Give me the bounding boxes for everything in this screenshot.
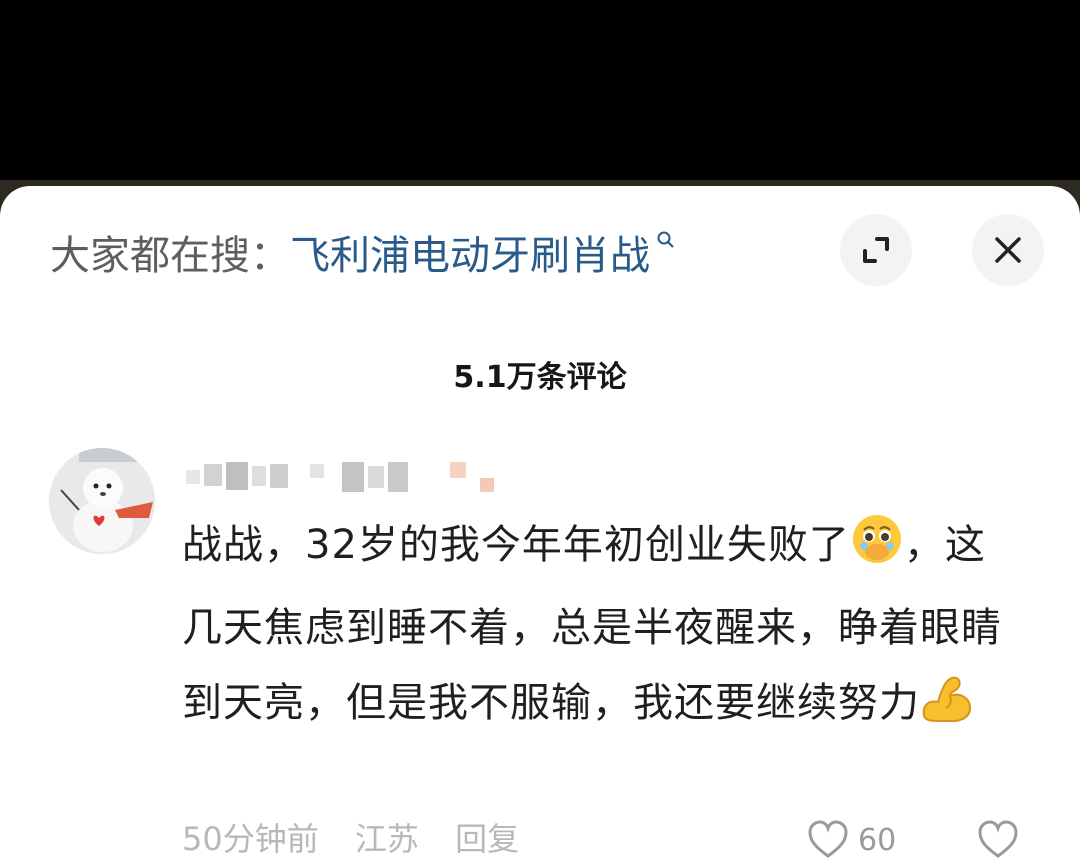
comment-text: 战战，32岁的我今年年初创业失败了 ，这几天焦虑到睡不着，总是半夜醒来，睁着眼睛… xyxy=(182,508,1002,749)
like-button[interactable]: 60 xyxy=(806,820,896,860)
comment-count: 5.1万条评论 xyxy=(453,360,627,395)
search-icon xyxy=(656,230,676,254)
expand-icon xyxy=(863,237,889,263)
comment-location: 江苏 xyxy=(354,820,419,858)
close-button[interactable] xyxy=(972,214,1044,286)
close-icon xyxy=(995,237,1021,263)
comment-meta: 50分钟前 江苏 回复 xyxy=(182,814,545,860)
heart-icon xyxy=(978,820,1018,858)
comments-sheet: 大家都在搜： 飞利浦电动牙刷肖战 5.1万条评论 战战，32岁的我今年年初创业失… xyxy=(0,186,1080,866)
search-suggestion[interactable]: 大家都在搜： 飞利浦电动牙刷肖战 xyxy=(50,223,676,281)
flexed-biceps-emoji xyxy=(920,674,974,749)
heart-icon xyxy=(808,820,848,858)
username-blurred[interactable] xyxy=(182,458,512,498)
reply-button[interactable]: 回复 xyxy=(455,820,519,858)
expand-button[interactable] xyxy=(840,214,912,286)
comment-time: 50分钟前 xyxy=(182,820,319,858)
like-button-secondary[interactable] xyxy=(976,820,1028,860)
comment-text-part1: 战战，32岁的我今年年初创业失败了 xyxy=(182,522,850,568)
search-prefix-label: 大家都在搜： xyxy=(50,233,290,279)
pleading-face-emoji xyxy=(850,512,904,591)
search-term-link[interactable]: 飞利浦电动牙刷肖战 xyxy=(290,223,650,281)
avatar[interactable] xyxy=(49,448,155,554)
like-count: 60 xyxy=(858,822,897,858)
video-area[interactable] xyxy=(0,0,1080,190)
